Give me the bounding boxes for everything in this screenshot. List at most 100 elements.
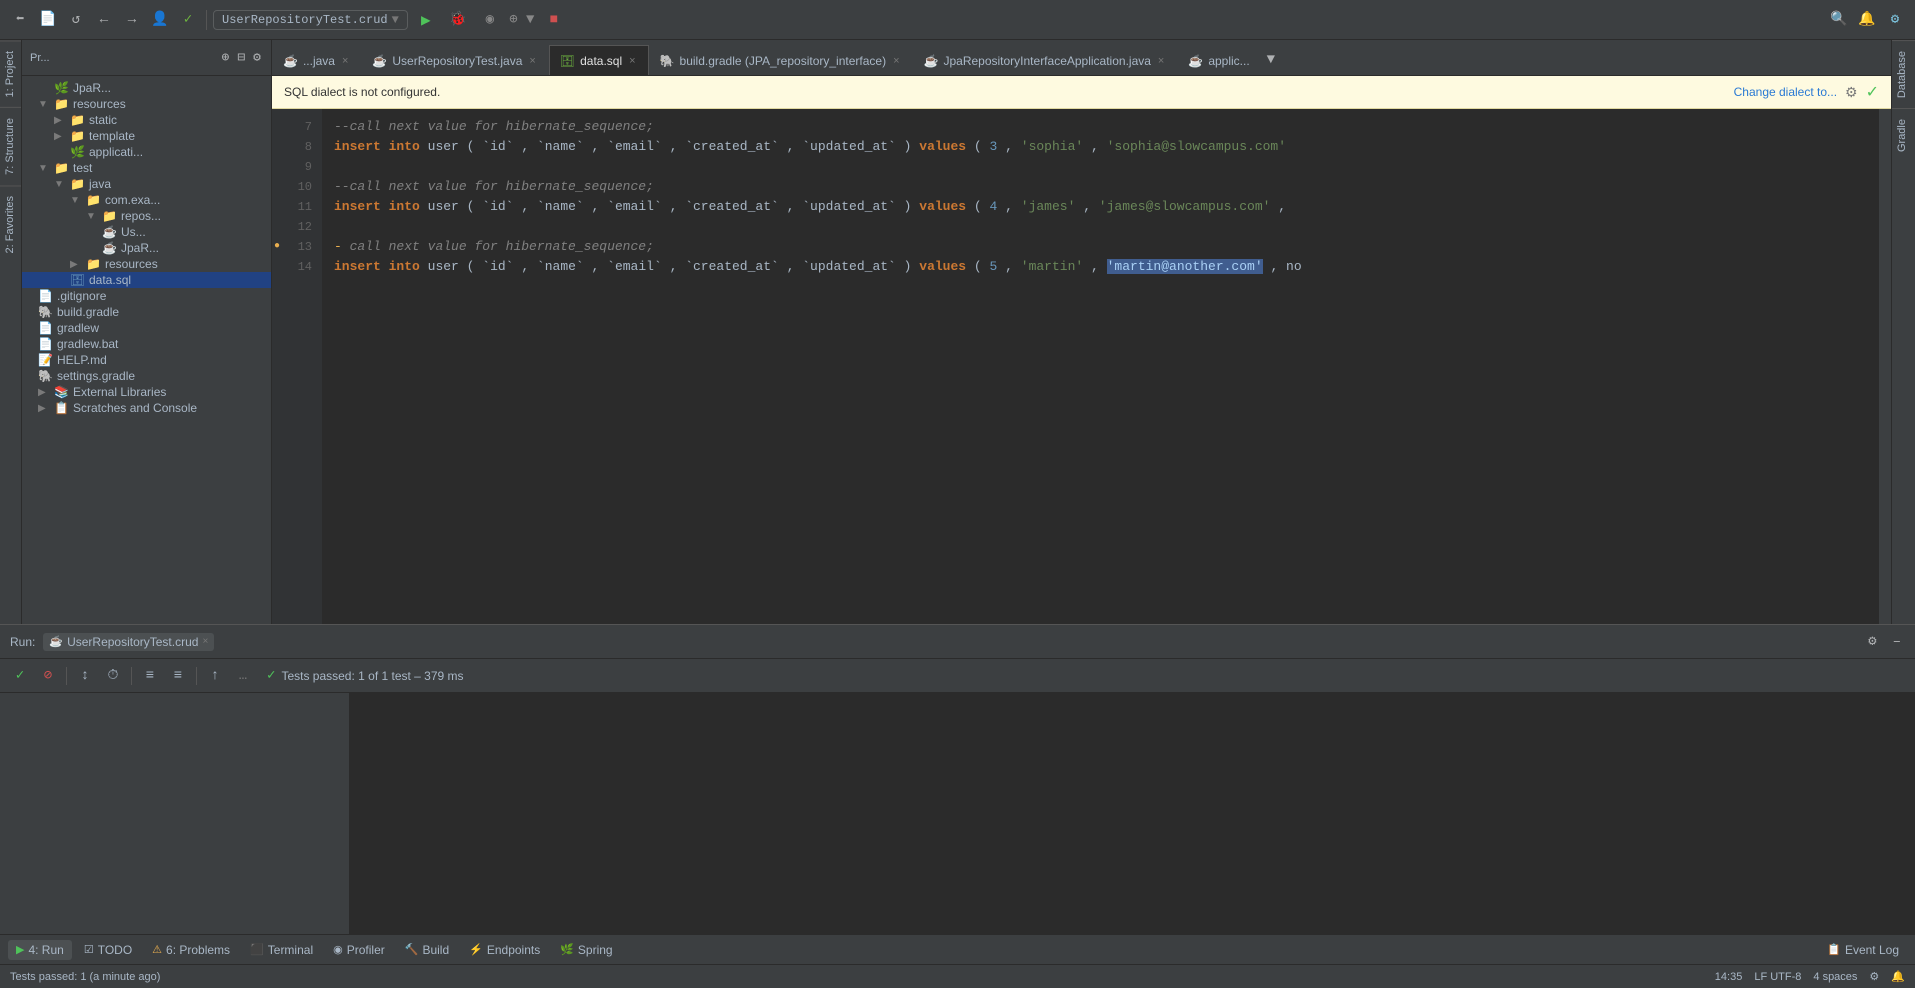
stop-button[interactable]: ■ <box>540 6 568 34</box>
code-keyword-values: values <box>919 139 966 154</box>
tree-item-test[interactable]: ▼ 📁 test <box>22 160 271 176</box>
run-panel-settings[interactable]: ⚙ <box>1864 631 1880 652</box>
code-content[interactable]: --call next value for hibernate_sequence… <box>322 109 1879 624</box>
code-line-10: --call next value for hibernate_sequence… <box>322 177 1879 197</box>
run-tool-collapse-all[interactable]: ≡ <box>166 664 190 688</box>
tab-applic[interactable]: ☕ applic... <box>1177 45 1260 75</box>
run-tool-rerun[interactable]: ✓ <box>8 664 32 688</box>
bottom-tab-spring[interactable]: 🌿 Spring <box>552 940 620 960</box>
tab-close[interactable]: × <box>1156 54 1166 68</box>
run-tool-expand-all[interactable]: ≡ <box>138 664 162 688</box>
editor-area: ☕ ...java × ☕ UserRepositoryTest.java × … <box>272 40 1891 624</box>
gradle-panel-label[interactable]: Gradle <box>1892 108 1915 162</box>
toolbar-icon-refresh[interactable]: ↺ <box>64 8 88 32</box>
run-button[interactable]: ▶ <box>412 6 440 34</box>
tab-datasql[interactable]: 🗄 data.sql × <box>549 45 649 75</box>
dialect-change-link[interactable]: Change dialect to... <box>1734 85 1837 99</box>
tree-icon-add[interactable]: ⊕ <box>220 48 232 67</box>
tree-item-build-gradle[interactable]: 🐘 build.gradle <box>22 304 271 320</box>
bottom-tab-problems[interactable]: ⚠ 6: Problems <box>144 940 238 960</box>
folder-icon: 📁 <box>70 177 86 191</box>
tree-item-resources-2[interactable]: ▶ 📁 resources <box>22 256 271 272</box>
gradle-icon: 🐘 <box>38 369 54 383</box>
bottom-tab-todo[interactable]: ☑ TODO <box>76 940 140 960</box>
toolbar-icon-file[interactable]: 📄 <box>36 8 60 32</box>
favorites-panel-label[interactable]: 2: Favorites <box>0 185 21 263</box>
run-tool-sort-alpha[interactable]: ↕ <box>73 664 97 688</box>
tree-item-application[interactable]: 🌿 applicati... <box>22 144 271 160</box>
toolbar-git[interactable]: ✓ <box>176 8 200 32</box>
code-editor[interactable]: 7 8 9 10 11 12 13 14 --call next value f… <box>272 109 1891 624</box>
bottom-tab-build[interactable]: 🔨 Build <box>397 940 457 960</box>
tree-item-scratches[interactable]: ▶ 📋 Scratches and Console <box>22 400 271 416</box>
tab-close[interactable]: × <box>891 54 901 68</box>
bottom-tab-endpoints[interactable]: ⚡ Endpoints <box>461 940 548 960</box>
run-tool-prev-fail[interactable]: ↑ <box>203 664 227 688</box>
database-panel-label[interactable]: Database <box>1892 40 1915 108</box>
tree-icon-collapse[interactable]: ⊟ <box>235 48 247 67</box>
tab-close[interactable]: × <box>627 54 637 68</box>
status-bar-notif[interactable]: 🔔 <box>1891 970 1905 983</box>
tree-item-gitignore[interactable]: 📄 .gitignore <box>22 288 271 304</box>
tree-item-us[interactable]: ☕ Us... <box>22 224 271 240</box>
toolbar-nav-forward[interactable]: → <box>120 8 144 32</box>
tab-close[interactable]: × <box>527 54 537 68</box>
debug-button[interactable]: 🐞 <box>444 6 472 34</box>
tab-close[interactable]: × <box>340 54 350 68</box>
tree-body: 🌿 JpaR... ▼ 📁 resources ▶ 📁 static ▶ <box>22 76 271 624</box>
tab-label: UserRepositoryTest.java <box>392 54 522 68</box>
tree-item-helpmd[interactable]: 📝 HELP.md <box>22 352 271 368</box>
tree-item-datasql[interactable]: 🗄 data.sql <box>22 272 271 288</box>
structure-panel-label[interactable]: 7: Structure <box>0 107 21 185</box>
bottom-tab-run[interactable]: ▶ 4: Run <box>8 940 72 960</box>
toolbar-nav-back[interactable]: ← <box>92 8 116 32</box>
tree-item-settings-gradle[interactable]: 🐘 settings.gradle <box>22 368 271 384</box>
tree-item-com[interactable]: ▼ 📁 com.exa... <box>22 192 271 208</box>
status-bar-git-icon[interactable]: ⚙ <box>1869 970 1879 983</box>
coverage-button[interactable]: ◉ <box>476 6 504 34</box>
settings-icon[interactable]: ⚙ <box>1883 8 1907 32</box>
main-content: 1: Project 7: Structure 2: Favorites Pr.… <box>0 40 1915 624</box>
bottom-tab-eventlog[interactable]: 📋 Event Log <box>1819 940 1907 960</box>
toolbar-user[interactable]: 👤 <box>148 8 172 32</box>
tree-item-jpar[interactable]: ☕ JpaR... <box>22 240 271 256</box>
search-icon[interactable]: 🔍 <box>1827 8 1851 32</box>
tree-item-jpar-top[interactable]: 🌿 JpaR... <box>22 80 271 96</box>
project-panel-label[interactable]: 1: Project <box>0 40 21 107</box>
editor-tabs: ☕ ...java × ☕ UserRepositoryTest.java × … <box>272 40 1891 76</box>
tab-overflow[interactable]: ▼ <box>1261 45 1281 75</box>
bottom-tab-profiler[interactable]: ◉ Profiler <box>325 940 393 960</box>
tree-item-static[interactable]: ▶ 📁 static <box>22 112 271 128</box>
tree-icon-gear[interactable]: ⚙ <box>251 48 263 67</box>
tree-item-resources-1[interactable]: ▼ 📁 resources <box>22 96 271 112</box>
tree-item-template[interactable]: ▶ 📁 template <box>22 128 271 144</box>
tree-item-repos[interactable]: ▼ 📁 repos... <box>22 208 271 224</box>
toolbar-icon-back[interactable]: ⬅ <box>8 8 32 32</box>
tab-userrepotest[interactable]: ☕ UserRepositoryTest.java × <box>361 45 548 75</box>
dialect-check-icon[interactable]: ✓ <box>1866 82 1879 102</box>
bottom-tab-terminal[interactable]: ⬛ Terminal <box>242 940 321 960</box>
dialect-settings-icon[interactable]: ⚙ <box>1845 84 1858 101</box>
indicator-dot: - <box>334 239 342 254</box>
tab-java-prev[interactable]: ☕ ...java × <box>272 45 361 75</box>
java-icon: ☕ <box>102 241 118 255</box>
run-tab-close[interactable]: × <box>202 636 208 647</box>
tree-item-java[interactable]: ▼ 📁 java <box>22 176 271 192</box>
tree-arrow-repos: ▼ <box>86 211 102 222</box>
run-config-selector[interactable]: UserRepositoryTest.crud ▼ <box>213 10 408 30</box>
editor-scrollbar[interactable] <box>1879 109 1891 624</box>
tree-item-label: build.gradle <box>57 305 119 319</box>
run-panel-minimize[interactable]: – <box>1889 632 1905 652</box>
run-tab-userrepotest[interactable]: ☕ UserRepositoryTest.crud × <box>43 633 214 651</box>
run-tool-sort-dur[interactable]: ⏱ <box>101 664 125 688</box>
run-tool-stop[interactable]: ⊘ <box>36 664 60 688</box>
tree-item-gradlewbat[interactable]: 📄 gradlew.bat <box>22 336 271 352</box>
tree-item-ext-libs[interactable]: ▶ 📚 External Libraries <box>22 384 271 400</box>
tab-buildgradle[interactable]: 🐘 build.gradle (JPA_repository_interface… <box>649 45 913 75</box>
profile-button[interactable]: ⊕ ▼ <box>508 6 536 34</box>
test-tree[interactable] <box>0 693 350 934</box>
run-tool-next-fail[interactable]: … <box>231 664 255 688</box>
notifications-icon[interactable]: 🔔 <box>1855 8 1879 32</box>
tab-jpaapp[interactable]: ☕ JpaRepositoryInterfaceApplication.java… <box>913 45 1178 75</box>
tree-item-gradlew[interactable]: 📄 gradlew <box>22 320 271 336</box>
